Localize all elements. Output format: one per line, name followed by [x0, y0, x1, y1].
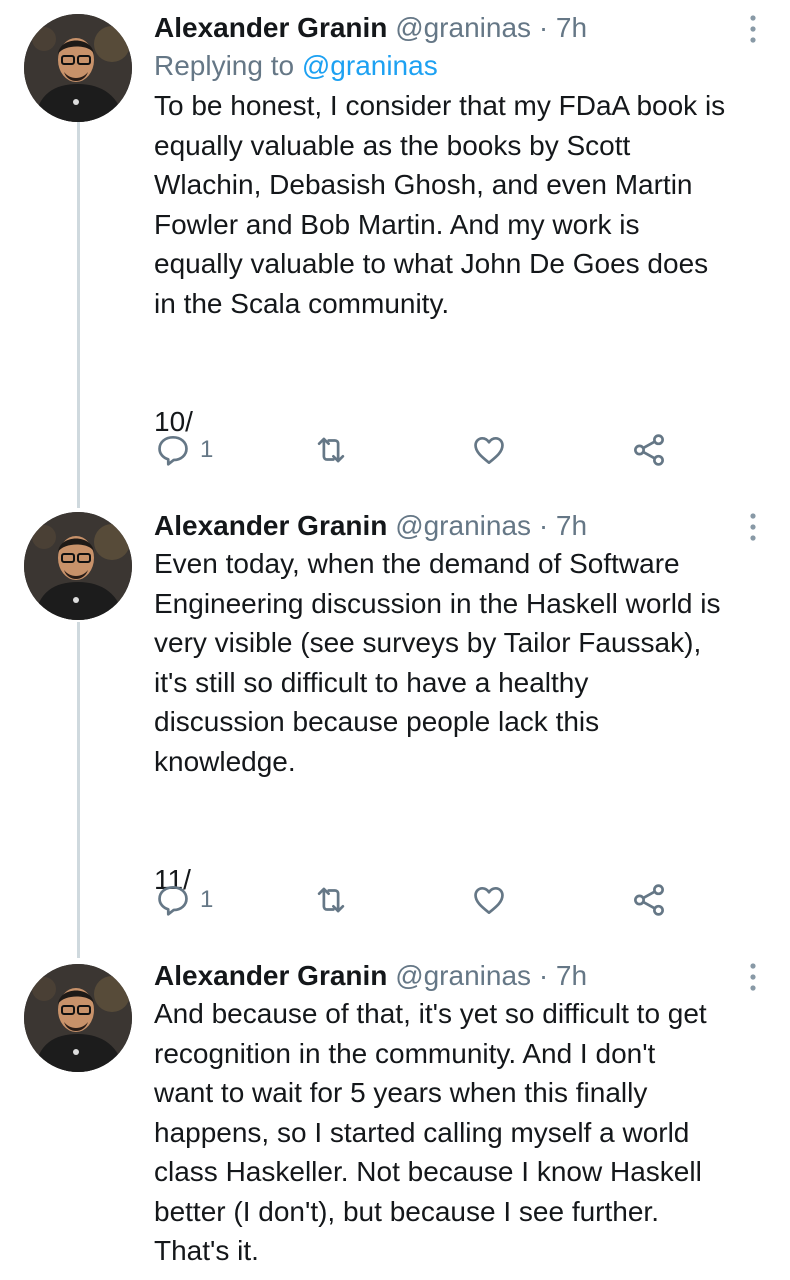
share-icon	[634, 884, 664, 916]
author-handle[interactable]: @graninas	[395, 12, 531, 43]
tweet[interactable]: Alexander Granin @graninas · 7h And beca…	[0, 950, 790, 1280]
tweet-time[interactable]: 7h	[556, 960, 587, 991]
tweet-header: Alexander Granin @graninas · 7h	[154, 12, 762, 44]
reply-button[interactable]: 1	[154, 430, 213, 470]
tweet[interactable]: Alexander Granin @graninas · 7h Replying…	[0, 0, 790, 500]
author-handle[interactable]: @graninas	[395, 960, 531, 991]
author-name[interactable]: Alexander Granin	[154, 12, 387, 43]
tweet[interactable]: Alexander Granin @graninas · 7h Even tod…	[0, 500, 790, 950]
avatar[interactable]	[24, 964, 132, 1072]
like-icon	[474, 436, 504, 465]
tweet-header: Alexander Granin @graninas · 7h	[154, 510, 762, 542]
tweet-text: Even today, when the demand of Software …	[154, 548, 721, 895]
reply-icon	[158, 435, 188, 466]
replying-to: Replying to @graninas	[154, 48, 762, 84]
tweet-text: And because of that, it's yet so difficu…	[154, 998, 707, 1266]
retweet-button[interactable]	[312, 430, 350, 470]
share-button[interactable]	[630, 430, 668, 470]
tweet-text: To be honest, I consider that my FDaA bo…	[154, 90, 726, 437]
avatar[interactable]	[24, 512, 132, 620]
reply-count: 1	[200, 436, 214, 463]
reply-icon	[158, 885, 188, 916]
separator: ·	[538, 12, 549, 43]
tweet-time[interactable]: 7h	[556, 510, 587, 541]
tweet-actions: 1	[154, 430, 674, 470]
like-button[interactable]	[470, 880, 508, 920]
share-icon	[634, 434, 664, 466]
author-handle[interactable]: @graninas	[395, 510, 531, 541]
like-icon	[474, 886, 504, 915]
reply-count: 1	[200, 886, 214, 913]
retweet-icon	[317, 437, 345, 463]
tweet-time[interactable]: 7h	[556, 12, 587, 43]
retweet-button[interactable]	[312, 880, 350, 920]
retweet-icon	[317, 887, 345, 913]
replying-to-label: Replying to	[154, 50, 302, 81]
author-name[interactable]: Alexander Granin	[154, 510, 387, 541]
separator: ·	[538, 960, 549, 991]
reply-button[interactable]: 1	[154, 880, 213, 920]
avatar[interactable]	[24, 14, 132, 122]
tweet-header: Alexander Granin @graninas · 7h	[154, 960, 762, 992]
author-name[interactable]: Alexander Granin	[154, 960, 387, 991]
like-button[interactable]	[470, 430, 508, 470]
tweet-actions: 1	[154, 880, 674, 920]
share-button[interactable]	[630, 880, 668, 920]
separator: ·	[538, 510, 549, 541]
replying-to-handle[interactable]: @graninas	[302, 50, 438, 81]
